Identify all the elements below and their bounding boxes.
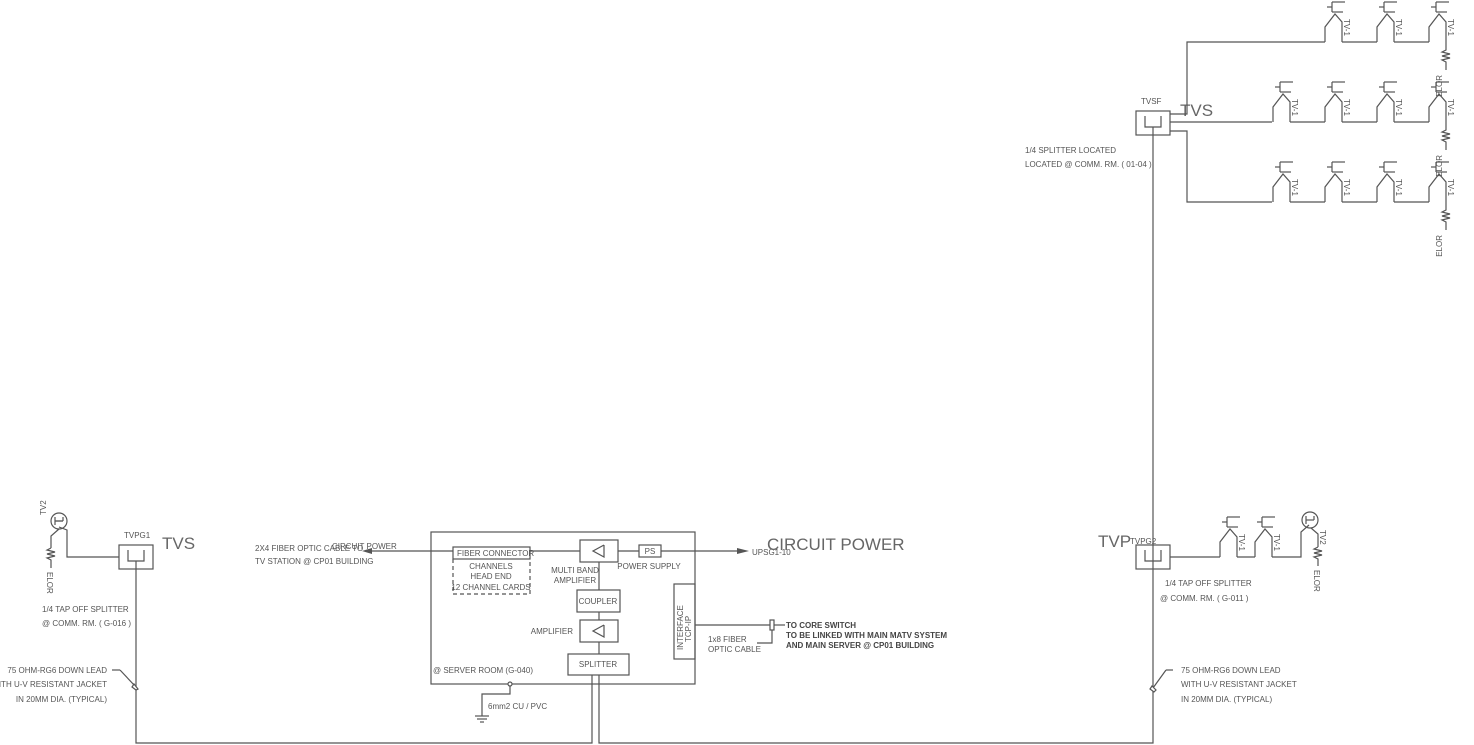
multiband-amplifier[interactable]: MULTI BAND AMPLIFIER bbox=[551, 539, 619, 585]
tv-tap-outlet[interactable]: TV-1 bbox=[1428, 1, 1455, 42]
outlet-tv2-right[interactable]: TV2 ELOR bbox=[1290, 511, 1327, 592]
tv-tap-outlet[interactable]: TV-1 bbox=[1324, 81, 1351, 122]
coupler-label: COUPLER bbox=[579, 597, 618, 606]
splitter-tvpg1[interactable]: TVPG1 TVS 1/4 TAP OFF SPLITTER @ COMM. R… bbox=[42, 526, 195, 628]
core-switch-1: TO CORE SWITCH bbox=[786, 621, 856, 630]
outlet-tv2-left[interactable]: TV2 ELOR bbox=[39, 500, 68, 594]
fiber-connector-block[interactable]: FIBER CONNECTOR CHANNELS HEAD END 12 CHA… bbox=[451, 546, 534, 595]
ps-label: PS bbox=[645, 547, 656, 556]
tvpg2-note-2: @ COMM. RM. ( G-011 ) bbox=[1160, 594, 1249, 603]
tap-label: TV-1 bbox=[1342, 19, 1351, 36]
splitter[interactable]: SPLITTER bbox=[567, 653, 630, 676]
fiber-input: 2X4 FIBER OPTIC CABLE TO TV STATION @ CP… bbox=[255, 542, 453, 566]
tvsf-tag: TVSF bbox=[1141, 97, 1162, 106]
tap-label: TV-1 bbox=[1272, 534, 1281, 551]
tap-label: TV-1 bbox=[1446, 179, 1455, 196]
down-lead-left-2: WITH U-V RESISTANT JACKET bbox=[0, 680, 107, 689]
tvpg2-taps: TV-1 TV-1 bbox=[1219, 516, 1290, 558]
tap-rows: TV-1 TV-1 TV-1ELORTV-1 TV-1 TV-1 TV-1ELORTV-1… bbox=[1272, 1, 1455, 257]
tvpg1-note-2: @ COMM. RM. ( G-016 ) bbox=[42, 619, 131, 628]
circuit-power-big: CIRCUIT POWER bbox=[767, 535, 905, 554]
tv-tap-outlet[interactable]: TV-1 bbox=[1272, 81, 1299, 122]
power-supply-label: POWER SUPPLY bbox=[617, 562, 681, 571]
tap-row-3: TV-1 TV-1 TV-1 TV-1 ELOR bbox=[1272, 161, 1455, 257]
tvpg1-tag: TVPG1 bbox=[124, 531, 151, 540]
fiber-out-2: OPTIC CABLE bbox=[708, 645, 761, 654]
down-lead-left: 75 OHM-RG6 DOWN LEAD WITH U-V RESISTANT … bbox=[0, 666, 139, 704]
coupler[interactable]: COUPLER bbox=[576, 589, 621, 613]
tap-label: TV-1 bbox=[1394, 99, 1403, 116]
tvpg1-note-1: 1/4 TAP OFF SPLITTER bbox=[42, 605, 129, 614]
tv-tap-outlet[interactable]: TV-1 bbox=[1219, 516, 1246, 557]
tv-tap-outlet[interactable]: TV-1 bbox=[1324, 161, 1351, 202]
tv-tap-outlet[interactable]: TV-1 bbox=[1376, 1, 1403, 42]
core-switch-2: TO BE LINKED WITH MAIN MATV SYSTEM bbox=[786, 631, 947, 640]
tv-tap-outlet[interactable]: TV-1 bbox=[1376, 161, 1403, 202]
fiber-out-1: 1x8 FIBER bbox=[708, 635, 747, 644]
ground-connection: 6mm2 CU / PVC bbox=[475, 681, 547, 723]
tap-label: TV-1 bbox=[1342, 179, 1351, 196]
tcpip-label: TCP-IP bbox=[684, 616, 693, 642]
tv-tap-outlet[interactable]: TV-1 bbox=[1272, 161, 1299, 202]
splitter-tvpg2[interactable]: TVPG2 TVP 1/4 TAP OFF SPLITTER @ COMM. R… bbox=[1098, 532, 1252, 603]
amplifier[interactable]: AMPLIFIER bbox=[531, 619, 619, 643]
core-switch-3: AND MAIN SERVER @ CP01 BUILDING bbox=[786, 641, 934, 650]
splitter-label: SPLITTER bbox=[579, 660, 617, 669]
tap-label: TV-1 bbox=[1290, 99, 1299, 116]
tap-label: TV-1 bbox=[1394, 19, 1403, 36]
tvsf-big-label: TVS bbox=[1180, 101, 1213, 120]
multiband-label-2: AMPLIFIER bbox=[554, 576, 596, 585]
tvpg2-big-label: TVP bbox=[1098, 532, 1131, 551]
tap-label: TV-1 bbox=[1446, 19, 1455, 36]
head-end-label: HEAD END bbox=[470, 572, 512, 581]
tv-tap-outlet[interactable]: TV-1 bbox=[1324, 1, 1351, 42]
tap-label: TV-1 bbox=[1394, 179, 1403, 196]
tv2-right-label: TV2 bbox=[1318, 530, 1327, 545]
power-supply[interactable]: PS POWER SUPPLY bbox=[617, 544, 681, 571]
tv-tap-outlet[interactable]: TV-1 bbox=[1376, 81, 1403, 122]
trunk-wiring bbox=[135, 135, 1154, 744]
schematic-canvas: TVSF TVS 1/4 SPLITTER LOCATED LOCATED @ … bbox=[0, 1, 1455, 744]
elor-label: ELOR bbox=[1435, 235, 1444, 257]
tap-label: TV-1 bbox=[1290, 179, 1299, 196]
fiber-connector-label: FIBER CONNECTOR bbox=[457, 549, 534, 558]
terminator-resistor: ELOR bbox=[1435, 202, 1451, 257]
down-lead-right: 75 OHM-RG6 DOWN LEAD WITH U-V RESISTANT … bbox=[1149, 666, 1297, 704]
tvsf-note-1: 1/4 SPLITTER LOCATED bbox=[1025, 146, 1116, 155]
elor-left-label: ELOR bbox=[45, 572, 54, 594]
tvpg1-big-label: TVS bbox=[162, 534, 195, 553]
down-lead-right-3: IN 20MM DIA. (TYPICAL) bbox=[1181, 695, 1272, 704]
circuit-power-small: CIRCUIT POWER bbox=[332, 542, 397, 551]
amplifier-label: AMPLIFIER bbox=[531, 627, 573, 636]
tap-label: TV-1 bbox=[1342, 99, 1351, 116]
tap-label: TV-1 bbox=[1237, 534, 1246, 551]
ground-label: 6mm2 CU / PVC bbox=[488, 702, 547, 711]
tv2-left-label: TV2 bbox=[39, 500, 48, 515]
tvsf-note-2: LOCATED @ COMM. RM. ( 01-04 ) bbox=[1025, 160, 1152, 169]
server-room-label: @ SERVER ROOM (G-040) bbox=[433, 666, 533, 675]
down-lead-left-3: IN 20MM DIA. (TYPICAL) bbox=[16, 695, 107, 704]
fiber-in-2: TV STATION @ CP01 BUILDING bbox=[255, 557, 374, 566]
down-lead-right-1: 75 OHM-RG6 DOWN LEAD bbox=[1181, 666, 1281, 675]
tap-label: TV-1 bbox=[1446, 99, 1455, 116]
tv-tap-outlet[interactable]: TV-1 bbox=[1254, 516, 1281, 557]
channels-label: CHANNELS bbox=[469, 562, 513, 571]
tap-row-2: TV-1 TV-1 TV-1 TV-1 ELOR bbox=[1272, 81, 1455, 177]
down-lead-left-1: 75 OHM-RG6 DOWN LEAD bbox=[7, 666, 107, 675]
channel-cards-label: 12 CHANNEL CARDS bbox=[451, 583, 530, 592]
terminator-resistor: ELOR bbox=[1435, 42, 1451, 97]
interface-tcpip[interactable]: INTERFACE TCP-IP bbox=[673, 583, 696, 660]
down-lead-right-2: WITH U-V RESISTANT JACKET bbox=[1181, 680, 1297, 689]
tvpg2-tag: TVPG2 bbox=[1130, 537, 1157, 546]
multiband-label-1: MULTI BAND bbox=[551, 566, 599, 575]
terminator-resistor: ELOR bbox=[1435, 122, 1451, 177]
elor-right-label: ELOR bbox=[1312, 570, 1321, 592]
tvpg2-note-1: 1/4 TAP OFF SPLITTER bbox=[1165, 579, 1252, 588]
